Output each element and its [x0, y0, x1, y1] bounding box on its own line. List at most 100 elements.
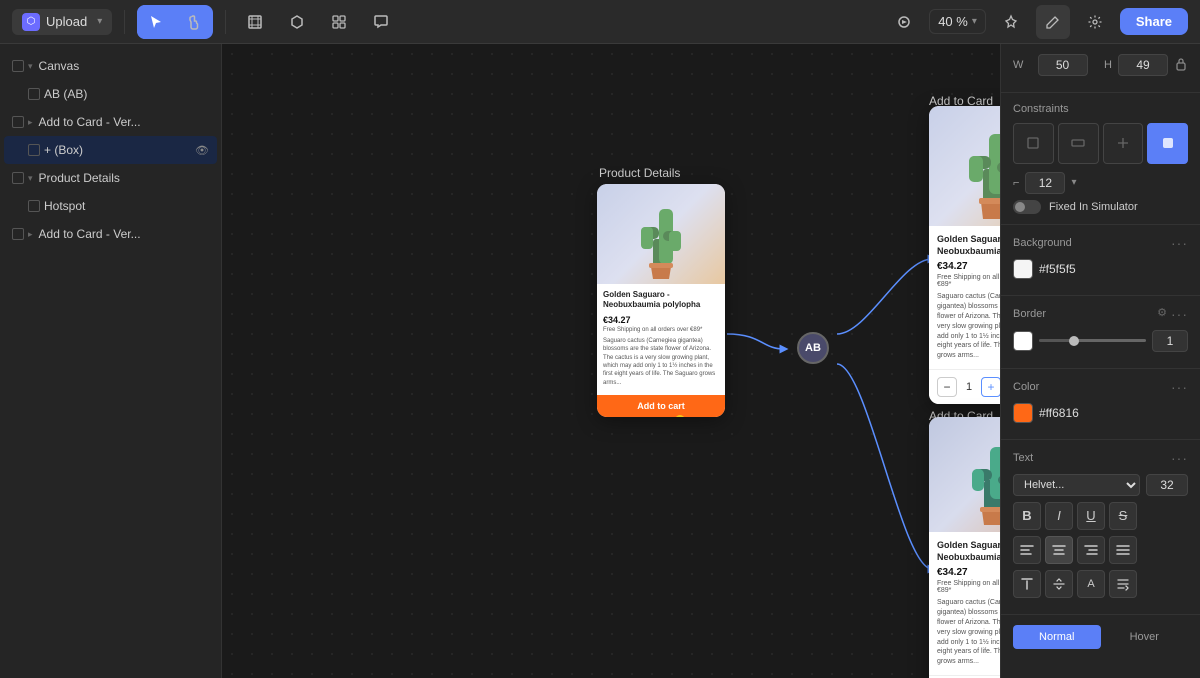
- grid-tool[interactable]: [322, 5, 356, 39]
- details-card-content: Golden Saguaro - Neobuxbaumia polylopha …: [597, 284, 725, 395]
- canvas-area[interactable]: Product Details Add to Card - Version A …: [222, 44, 1000, 678]
- project-selector[interactable]: ⬡ Upload ▾: [12, 9, 112, 35]
- hover-tab[interactable]: Hover: [1101, 625, 1189, 649]
- text-options-2[interactable]: [1045, 570, 1073, 598]
- underline-button[interactable]: U: [1077, 502, 1105, 530]
- project-name: Upload: [46, 14, 87, 29]
- product-details-checkbox[interactable]: [12, 172, 24, 184]
- toolbar: ⬡ Upload ▾ 40 % ▾ Share: [0, 0, 1200, 44]
- add-card-2-expand-icon: ▸: [28, 229, 33, 240]
- strikethrough-button[interactable]: S: [1109, 502, 1137, 530]
- toggle-knob: [1015, 202, 1025, 212]
- card-b-desc: Saguaro cactus (Carnegiea gigantea) blos…: [937, 598, 1000, 667]
- ab-checkbox[interactable]: [28, 88, 40, 100]
- lock-icon[interactable]: [1174, 57, 1188, 74]
- add-card-2-label: Add to Card - Ver...: [39, 227, 209, 241]
- frame-tool[interactable]: [238, 5, 272, 39]
- add-card-1-checkbox[interactable]: [12, 116, 24, 128]
- text-options-3[interactable]: A: [1077, 570, 1105, 598]
- color-hex-value: #ff6816: [1039, 406, 1079, 420]
- details-card-shipping: Free Shipping on all orders over €89*: [603, 327, 719, 333]
- sidebar-item-add-card-2[interactable]: ▸ Add to Card - Ver...: [4, 220, 217, 248]
- card-version-a[interactable]: Golden Saguaro - Neobuxbaumia polylopha …: [929, 106, 1000, 404]
- share-button[interactable]: Share: [1120, 8, 1188, 35]
- color-more-icon[interactable]: ···: [1171, 379, 1188, 395]
- align-center-button[interactable]: [1045, 536, 1073, 564]
- component-tool[interactable]: [280, 5, 314, 39]
- card-a-image: [929, 106, 1000, 226]
- cursor-tool[interactable]: [137, 5, 175, 39]
- constraint-pin[interactable]: [1013, 123, 1054, 164]
- border-color-swatch[interactable]: [1013, 331, 1033, 351]
- flow-label-details: Product Details: [599, 166, 680, 180]
- corner-radius-dropdown-icon[interactable]: ▾: [1071, 177, 1076, 188]
- text-options-1[interactable]: [1013, 570, 1041, 598]
- canvas-checkbox[interactable]: [12, 60, 24, 72]
- sidebar-item-canvas[interactable]: ▾ Canvas: [4, 52, 217, 80]
- sidebar-item-hotspot[interactable]: Hotspot: [4, 192, 217, 220]
- edit-button[interactable]: [1036, 5, 1070, 39]
- background-section: Background ··· #f5f5f5: [1001, 225, 1200, 296]
- magic-tool[interactable]: [994, 5, 1028, 39]
- fixed-simulator-row: Fixed In Simulator: [1013, 200, 1188, 214]
- settings-icon[interactable]: [1078, 5, 1112, 39]
- hotspot-checkbox[interactable]: [28, 200, 40, 212]
- normal-tab[interactable]: Normal: [1013, 625, 1101, 649]
- ab-label: AB (AB): [44, 87, 209, 101]
- italic-button[interactable]: I: [1045, 502, 1073, 530]
- background-more-icon[interactable]: ···: [1171, 235, 1188, 251]
- card-version-b[interactable]: Golden Saguaro - Neobuxbaumia polylopha …: [929, 417, 1000, 678]
- card-a-qty-value: 1: [961, 381, 977, 393]
- sidebar-item-add-card-1[interactable]: ▸ Add to Card - Ver...: [4, 108, 217, 136]
- bold-button[interactable]: B: [1013, 502, 1041, 530]
- border-row: [1013, 330, 1188, 352]
- ab-badge[interactable]: AB: [797, 332, 829, 364]
- h-input[interactable]: [1118, 54, 1168, 76]
- border-more-icon[interactable]: ···: [1171, 306, 1188, 322]
- visibility-icon[interactable]: 👁: [195, 144, 209, 157]
- sidebar-item-box[interactable]: + (Box) 👁: [4, 136, 217, 164]
- canvas-label: Canvas: [39, 59, 209, 73]
- details-add-to-cart[interactable]: Add to cart: [597, 395, 725, 417]
- corner-radius-row: ⌐ ▾: [1013, 172, 1188, 194]
- add-card-2-checkbox[interactable]: [12, 228, 24, 240]
- border-slider[interactable]: [1039, 339, 1146, 342]
- sidebar-item-ab[interactable]: AB (AB): [4, 80, 217, 108]
- sidebar-item-product-details[interactable]: ▾ Product Details: [4, 164, 217, 192]
- hand-tool[interactable]: [175, 5, 213, 39]
- text-format-row: B I U S: [1013, 502, 1188, 530]
- zoom-control[interactable]: 40 % ▾: [929, 9, 986, 34]
- product-details-card[interactable]: Golden Saguaro - Neobuxbaumia polylopha …: [597, 184, 725, 417]
- box-label: + (Box): [44, 143, 191, 157]
- comment-tool[interactable]: [364, 5, 398, 39]
- background-title: Background ···: [1013, 235, 1188, 251]
- corner-radius-label: ⌐: [1013, 177, 1019, 189]
- border-settings-icon[interactable]: ⚙: [1157, 306, 1167, 322]
- card-a-qty-plus[interactable]: +: [981, 377, 1000, 397]
- box-checkbox[interactable]: [28, 144, 40, 156]
- border-title: Border ⚙ ···: [1013, 306, 1188, 322]
- constraint-fixed-size[interactable]: [1058, 123, 1099, 164]
- constraint-stretch[interactable]: [1103, 123, 1144, 164]
- corner-radius-input[interactable]: [1025, 172, 1065, 194]
- project-icon: ⬡: [22, 13, 40, 31]
- font-select[interactable]: Helvet... Arial Roboto: [1013, 474, 1140, 496]
- background-color-swatch[interactable]: [1013, 259, 1033, 279]
- align-justify-button[interactable]: [1109, 536, 1137, 564]
- align-left-button[interactable]: [1013, 536, 1041, 564]
- text-options-4[interactable]: [1109, 570, 1137, 598]
- text-more-icon[interactable]: ···: [1171, 450, 1188, 466]
- align-right-button[interactable]: [1077, 536, 1105, 564]
- border-section: Border ⚙ ···: [1001, 296, 1200, 369]
- card-a-qty-minus[interactable]: −: [937, 377, 957, 397]
- fixed-simulator-toggle[interactable]: [1013, 200, 1041, 214]
- preview-icon[interactable]: [887, 5, 921, 39]
- border-value-input[interactable]: [1152, 330, 1188, 352]
- w-input[interactable]: [1038, 54, 1088, 76]
- constraint-active[interactable]: [1147, 123, 1188, 164]
- color-swatch[interactable]: [1013, 403, 1033, 423]
- border-slider-thumb[interactable]: [1069, 336, 1079, 346]
- card-b-image: [929, 417, 1000, 532]
- font-size-input[interactable]: [1146, 474, 1188, 496]
- text-section: Text ··· Helvet... Arial Roboto B I U S: [1001, 440, 1200, 615]
